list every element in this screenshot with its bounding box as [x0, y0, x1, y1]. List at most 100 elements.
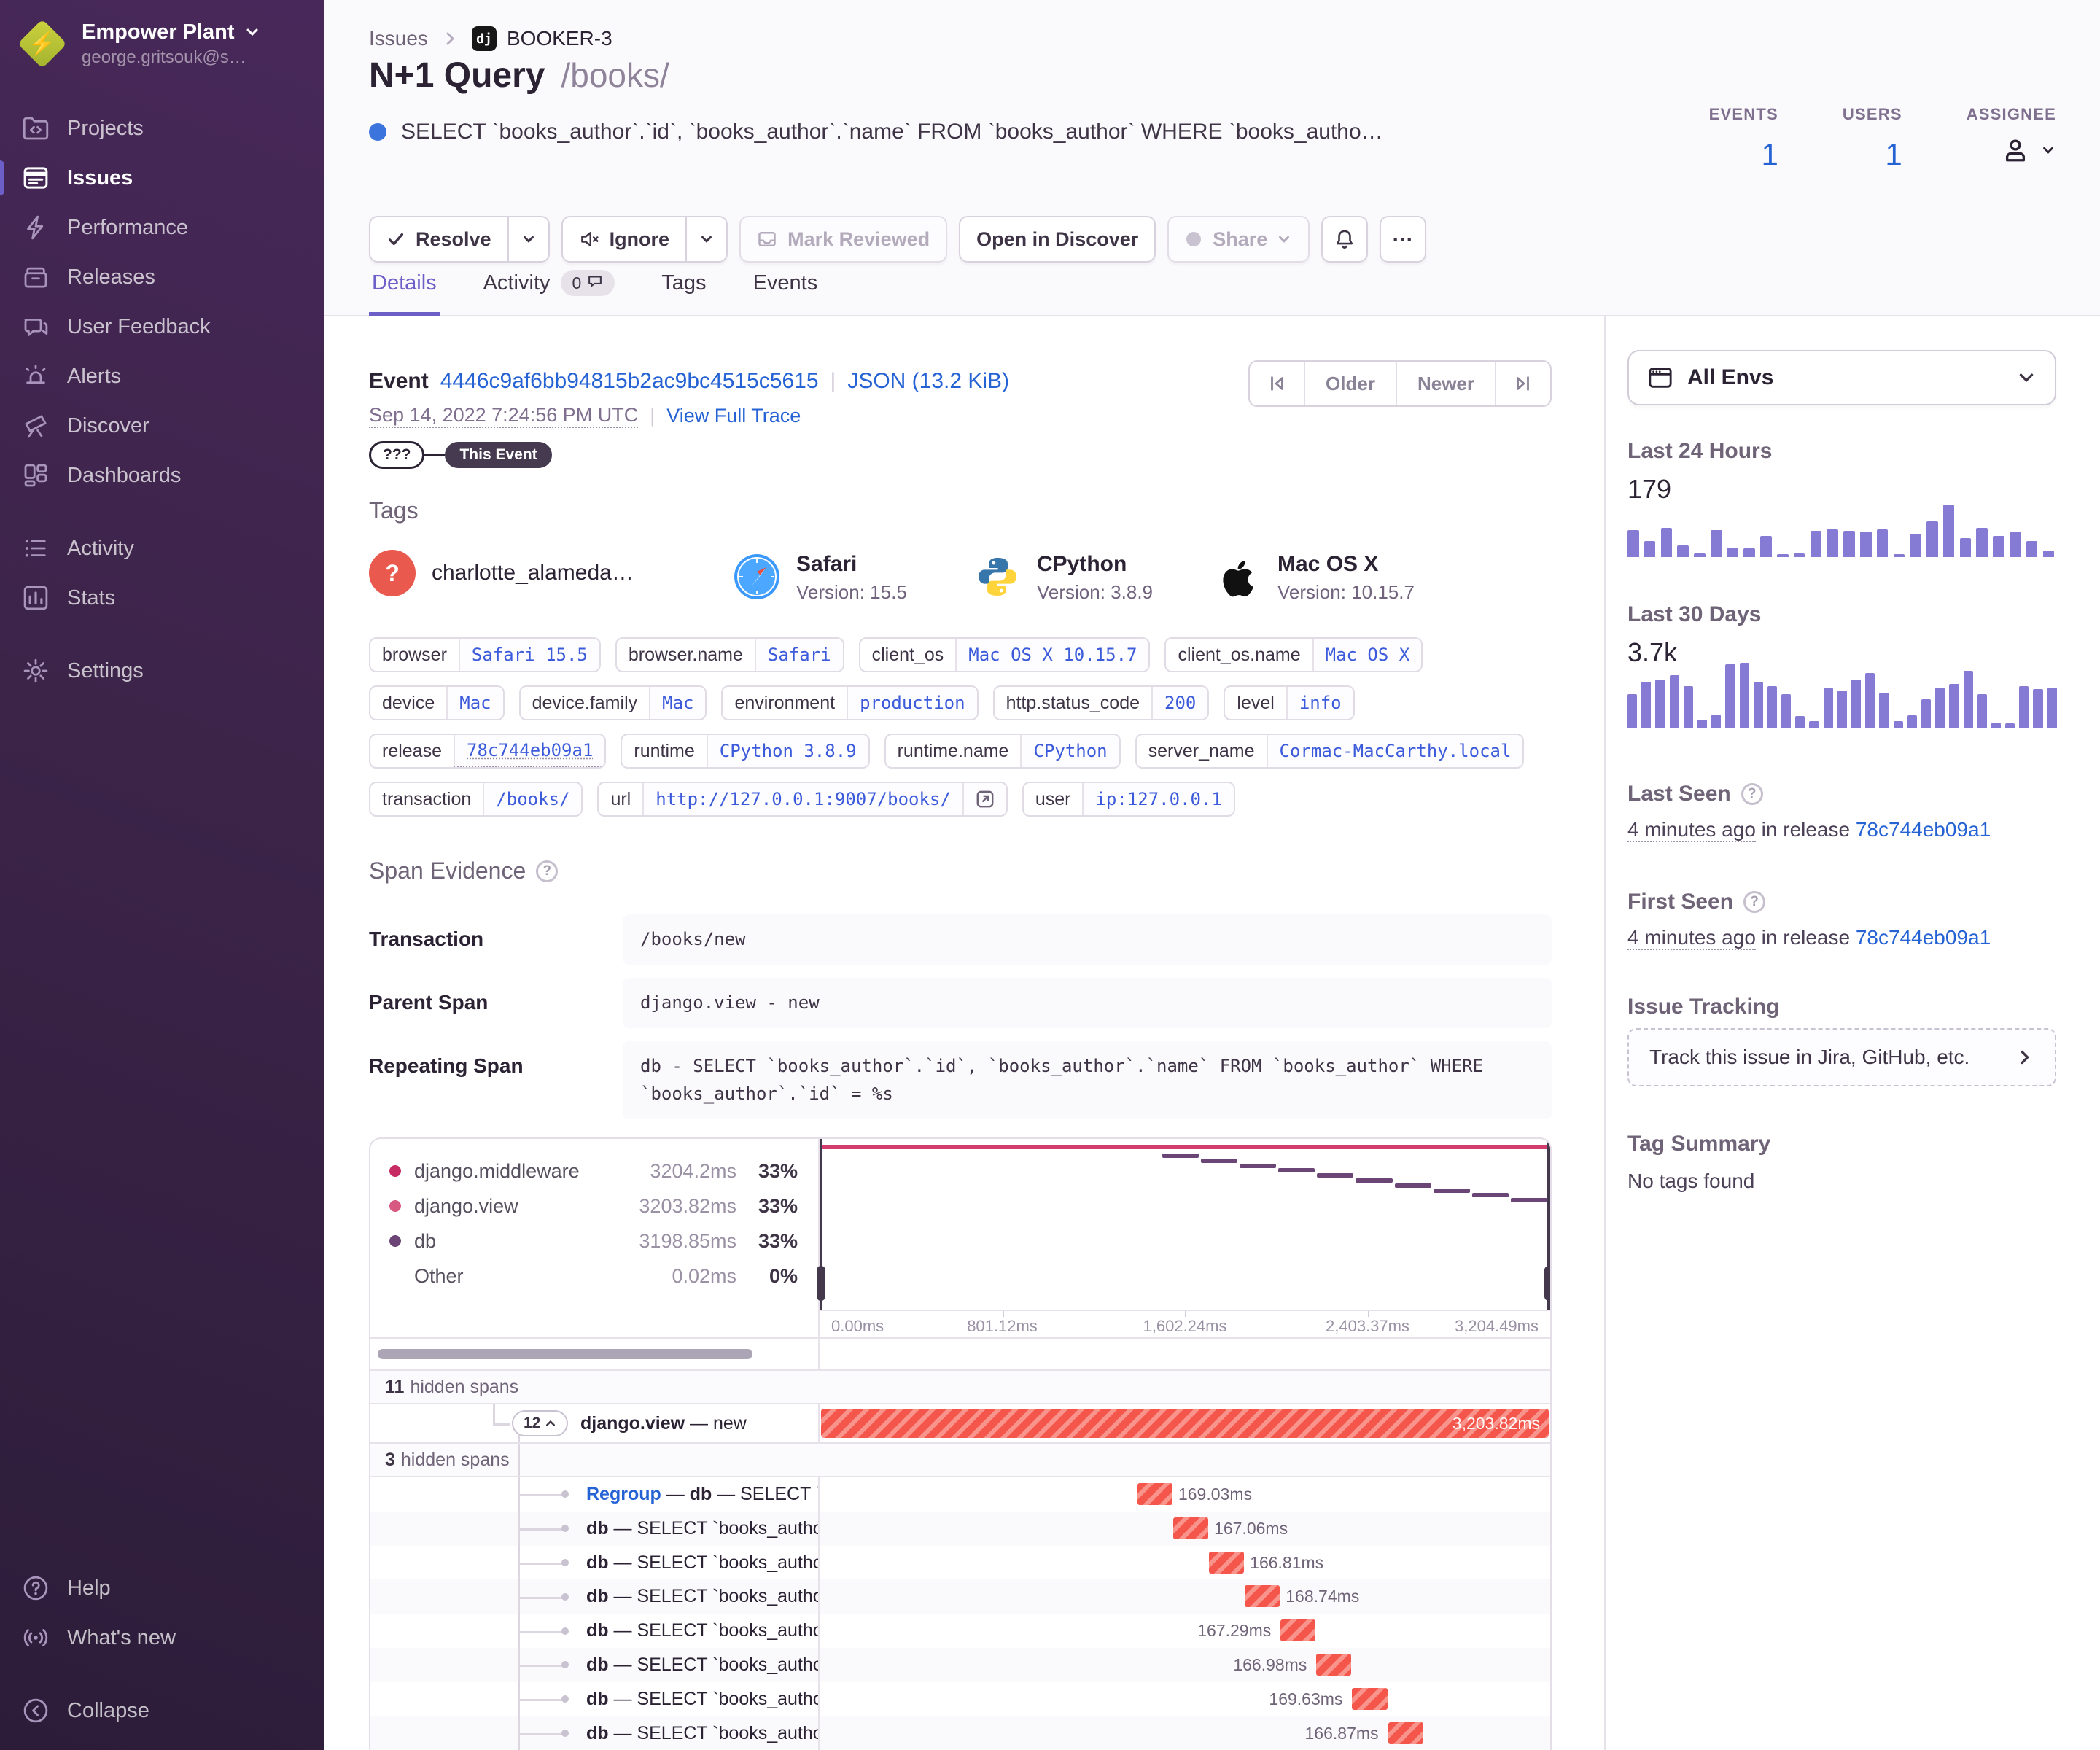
- sidebar-item-releases[interactable]: Releases: [0, 252, 324, 302]
- environment-selector[interactable]: All Envs: [1628, 350, 2056, 405]
- view-full-trace-link[interactable]: View Full Trace: [666, 405, 801, 427]
- minimap-chart[interactable]: [817, 1139, 1550, 1310]
- last-seen-time[interactable]: 4 minutes ago: [1628, 818, 1756, 842]
- span-row[interactable]: db — SELECT `books_author` 167.29ms: [370, 1614, 1550, 1648]
- hidden-spans-row[interactable]: 11 hidden spans: [370, 1369, 1550, 1404]
- event-json-link[interactable]: JSON (13.2 KiB): [847, 369, 1009, 394]
- org-switcher[interactable]: ⚡ Empower Plant george.gritsouk@s…: [0, 0, 324, 83]
- first-seen-time[interactable]: 4 minutes ago: [1628, 926, 1756, 950]
- tag-pill-release[interactable]: release 78c744eb09a1: [369, 734, 607, 769]
- tab-events[interactable]: Events: [750, 270, 821, 316]
- minimap-span-segment: [1471, 1193, 1509, 1198]
- span-row[interactable]: db — SELECT `books_author` 166.98ms: [370, 1647, 1550, 1682]
- span-row[interactable]: db — SELECT `books_author` 166.87ms: [370, 1716, 1550, 1750]
- subscribe-bell-button[interactable]: [1321, 216, 1369, 262]
- users-count[interactable]: 1: [1843, 137, 1902, 172]
- sidebar-item-user-feedback[interactable]: User Feedback: [0, 302, 324, 351]
- sidebar-item-performance[interactable]: Performance: [0, 203, 324, 252]
- hidden-spans-row[interactable]: 3 hidden spans: [370, 1442, 1550, 1477]
- sidebar-item-issues[interactable]: Issues: [0, 153, 324, 203]
- tag-pill-runtime-name[interactable]: runtime.name CPython: [884, 734, 1121, 769]
- tag-pill-user[interactable]: user ip:127.0.0.1: [1022, 782, 1235, 817]
- span-group-bar[interactable]: 3,203.82ms: [821, 1409, 1549, 1438]
- tag-pill-environment[interactable]: environment production: [721, 685, 979, 720]
- span-regroup-link[interactable]: Regroup: [586, 1484, 661, 1504]
- span-group-row[interactable]: 12 django.view — new 3,203.82ms: [370, 1404, 1550, 1442]
- track-issue-button[interactable]: Track this issue in Jira, GitHub, etc.: [1628, 1028, 2056, 1086]
- sidebar-item-what-s-new[interactable]: What's new: [0, 1613, 324, 1662]
- sidebar-collapse-button[interactable]: Collapse: [0, 1686, 324, 1735]
- ignore-button[interactable]: Ignore: [561, 216, 728, 262]
- featured-runtime-tag[interactable]: CPython Version: 3.8.9: [974, 550, 1153, 604]
- tag-pill-browser[interactable]: browser Safari 15.5: [369, 637, 601, 672]
- sidebar-item-stats[interactable]: Stats: [0, 573, 324, 623]
- event-id-link[interactable]: 4446c9af6bb94815b2ac9bc4515c5615: [440, 369, 819, 394]
- tab-tags[interactable]: Tags: [658, 270, 709, 316]
- span-duration-bar[interactable]: [1137, 1483, 1172, 1505]
- resolve-button[interactable]: Resolve: [369, 216, 550, 262]
- featured-browser-tag[interactable]: Safari Version: 15.5: [734, 550, 907, 604]
- tag-pill-server-name[interactable]: server_name Cormac-MacCarthy.local: [1135, 734, 1525, 769]
- tag-pill-runtime[interactable]: runtime CPython 3.8.9: [621, 734, 870, 769]
- ignore-dropdown[interactable]: [685, 217, 726, 261]
- more-actions-button[interactable]: …: [1380, 216, 1427, 262]
- span-row[interactable]: db — SELECT `books_author` 167.06ms: [370, 1511, 1550, 1546]
- span-duration-bar[interactable]: [1316, 1653, 1352, 1676]
- span-duration-bar[interactable]: [1172, 1517, 1209, 1539]
- tag-pill-client-os[interactable]: client_os Mac OS X 10.15.7: [858, 637, 1151, 672]
- resolve-dropdown[interactable]: [507, 217, 548, 261]
- tag-pill-browser-name[interactable]: browser.name Safari: [615, 637, 844, 672]
- share-button[interactable]: Share: [1167, 216, 1310, 262]
- question-circle-icon[interactable]: ?: [536, 860, 559, 882]
- tag-pill-transaction[interactable]: transaction/books/: [369, 782, 583, 817]
- external-link-icon[interactable]: [962, 783, 1006, 815]
- unknown-trace-pill[interactable]: ???: [369, 441, 425, 469]
- tag-pill-client-os-name[interactable]: client_os.name Mac OS X: [1164, 637, 1423, 672]
- span-duration-bar[interactable]: [1352, 1687, 1388, 1710]
- span-row[interactable]: db — SELECT `books_author` 168.74ms: [370, 1579, 1550, 1614]
- span-duration-bar[interactable]: [1245, 1585, 1280, 1608]
- assignee-dropdown[interactable]: [1967, 134, 2056, 166]
- older-event-button[interactable]: Older: [1304, 362, 1396, 405]
- span-row[interactable]: db — SELECT `books_author` 166.81ms: [370, 1545, 1550, 1580]
- tree-hline: [518, 1732, 564, 1735]
- question-circle-icon[interactable]: ?: [1743, 891, 1766, 913]
- sidebar-item-dashboards[interactable]: Dashboards: [0, 451, 324, 500]
- this-event-pill[interactable]: This Event: [445, 442, 552, 468]
- span-duration-bar[interactable]: [1388, 1722, 1423, 1744]
- tab-activity[interactable]: Activity 0: [481, 270, 618, 316]
- tag-pill-url[interactable]: url http://127.0.0.1:9007/books/: [597, 782, 1008, 817]
- events-count[interactable]: 1: [1709, 137, 1778, 172]
- question-circle-icon[interactable]: ?: [1741, 783, 1763, 805]
- minimap-left-handle[interactable]: [817, 1266, 825, 1301]
- sidebar-item-alerts[interactable]: Alerts: [0, 351, 324, 401]
- tag-pill-device-family[interactable]: device.family Mac: [518, 685, 707, 720]
- sidebar-item-settings[interactable]: Settings: [0, 646, 324, 696]
- first-seen-release-link[interactable]: 78c744eb09a1: [1856, 926, 1991, 949]
- tag-pill-http-status-code[interactable]: http.status_code 200: [992, 685, 1210, 720]
- last-seen-release-link[interactable]: 78c744eb09a1: [1856, 818, 1991, 841]
- span-group-toggle[interactable]: 12: [512, 1410, 569, 1436]
- sidebar-item-discover[interactable]: Discover: [0, 401, 324, 451]
- newer-event-button[interactable]: Newer: [1395, 362, 1495, 405]
- horizontal-scrollbar[interactable]: [378, 1349, 752, 1359]
- sidebar-item-help[interactable]: Help: [0, 1563, 324, 1613]
- tag-pill-level[interactable]: level info: [1224, 685, 1355, 720]
- oldest-event-button[interactable]: [1250, 362, 1304, 405]
- tag-pill-device[interactable]: device Mac: [369, 685, 505, 720]
- sidebar-item-activity[interactable]: Activity: [0, 524, 324, 573]
- span-row[interactable]: Regroup — db — SELECT `boo 169.03ms: [370, 1477, 1550, 1512]
- span-duration-bar[interactable]: [1209, 1551, 1245, 1574]
- event-date[interactable]: Sep 14, 2022 7:24:56 PM UTC: [369, 404, 639, 428]
- featured-user-tag[interactable]: ? charlotte_alameda…: [369, 550, 634, 596]
- sidebar-item-projects[interactable]: Projects: [0, 104, 324, 153]
- mark-reviewed-button[interactable]: Mark Reviewed: [739, 216, 948, 262]
- breadcrumb-issues[interactable]: Issues: [369, 27, 428, 50]
- tab-details[interactable]: Details: [369, 270, 440, 316]
- open-in-discover-button[interactable]: Open in Discover: [959, 216, 1156, 262]
- featured-os-tag[interactable]: Mac OS X Version: 10.15.7: [1215, 550, 1415, 604]
- span-duration-bar[interactable]: [1280, 1619, 1316, 1642]
- span-row[interactable]: db — SELECT `books_author` 169.63ms: [370, 1681, 1550, 1716]
- minimap-right-handle[interactable]: [1544, 1266, 1550, 1301]
- skip-end-icon-button[interactable]: [1495, 362, 1550, 405]
